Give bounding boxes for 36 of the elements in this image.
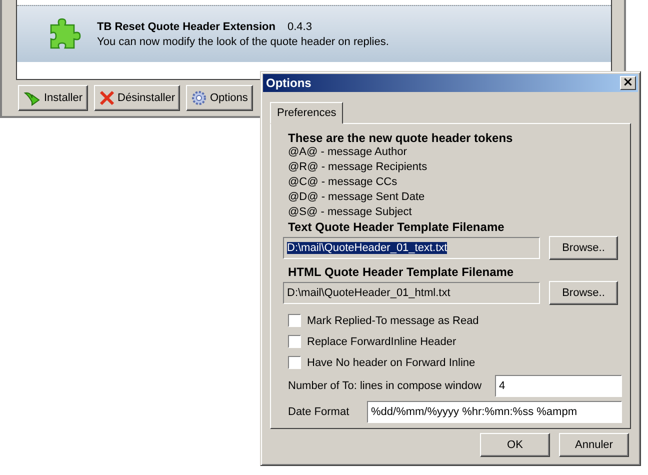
date-format-field[interactable]: %dd/%mm/%yyyy %hr:%mn:%ss %ampm — [367, 401, 622, 423]
arrow-icon — [23, 90, 41, 106]
token-description: @D@ - message Sent Date — [287, 190, 426, 205]
gear-icon — [191, 90, 207, 106]
extension-row[interactable]: TB Reset Quote Header Extension 0.4.3 You can now modify the look of the quote header on replies. — [17, 5, 611, 62]
token-description: @A@ - message Author — [287, 145, 408, 160]
browse-button[interactable]: Browse.. — [549, 236, 618, 260]
install-button[interactable]: Installer — [18, 85, 88, 111]
cancel-button[interactable]: Annuler — [559, 433, 629, 457]
field-label: Date Format — [288, 406, 350, 418]
uninstall-button[interactable]: Désinstaller — [94, 85, 180, 111]
tab[interactable]: Preferences — [270, 102, 344, 124]
extension-description: You can now modify the look of the quote header on replies. — [97, 36, 389, 48]
extension-name: TB Reset Quote Header Extension — [97, 20, 276, 32]
token-description: @C@ - message CCs — [287, 175, 398, 190]
checkbox-label: Mark Replied-To message as Read — [307, 314, 479, 326]
options-button[interactable]: Options — [186, 85, 253, 111]
number-field[interactable]: 4 — [495, 375, 622, 397]
field-label: Text Quote Header Template Filename — [287, 220, 506, 234]
window-title: Options — [266, 76, 312, 90]
section-heading: These are the new quote header tokens — [287, 131, 514, 145]
ok-button[interactable]: OK — [480, 433, 550, 457]
field-label: HTML Quote Header Template Filename — [287, 265, 515, 279]
extension-version: 0.4.3 — [288, 20, 312, 32]
checkbox-label: Have No header on Forward Inline — [307, 356, 476, 368]
checkbox[interactable] — [288, 314, 301, 327]
checkbox[interactable] — [288, 356, 301, 369]
filename-field[interactable]: D:\mail\QuoteHeader_01_html.txt — [283, 282, 540, 304]
checkbox-label: Replace ForwardInline Header — [307, 336, 456, 348]
close-button[interactable]: × — [620, 76, 636, 90]
checkbox[interactable] — [288, 335, 301, 348]
token-description: @S@ - message Subject — [287, 205, 413, 220]
browse-button[interactable]: Browse.. — [549, 281, 618, 305]
cross-icon — [98, 90, 115, 106]
token-description: @R@ - message Recipients — [287, 160, 428, 175]
field-label: Number of To: lines in compose window — [288, 380, 482, 392]
